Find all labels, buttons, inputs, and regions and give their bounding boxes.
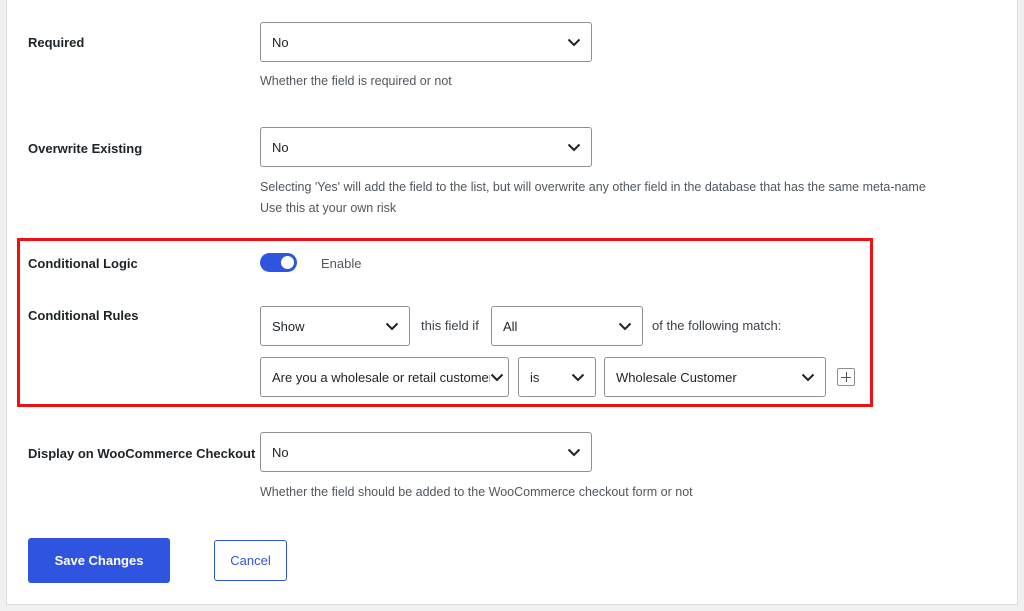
display-on-checkout-description: Whether the field should be added to the… xyxy=(260,485,693,499)
display-on-checkout-select[interactable]: No xyxy=(260,432,592,472)
overwrite-existing-label: Overwrite Existing xyxy=(28,141,143,156)
display-on-checkout-select-value: No xyxy=(272,444,289,460)
overwrite-existing-select-value: No xyxy=(272,139,289,155)
required-select-value: No xyxy=(272,34,289,50)
highlight-box xyxy=(17,238,873,407)
overwrite-existing-description: Selecting 'Yes' will add the field to th… xyxy=(260,180,926,194)
chevron-down-icon xyxy=(567,143,581,152)
chevron-down-icon xyxy=(567,448,581,457)
overwrite-existing-warning: Use this at your own risk xyxy=(260,201,397,215)
chevron-down-icon xyxy=(567,38,581,47)
cancel-button[interactable]: Cancel xyxy=(214,540,287,581)
required-label: Required xyxy=(28,35,85,50)
display-on-checkout-label: Display on WooCommerce Checkout xyxy=(28,446,256,461)
required-description: Whether the field is required or not xyxy=(260,74,452,88)
overwrite-existing-select[interactable]: No xyxy=(260,127,592,167)
required-select[interactable]: No xyxy=(260,22,592,62)
save-changes-button[interactable]: Save Changes xyxy=(28,538,170,583)
